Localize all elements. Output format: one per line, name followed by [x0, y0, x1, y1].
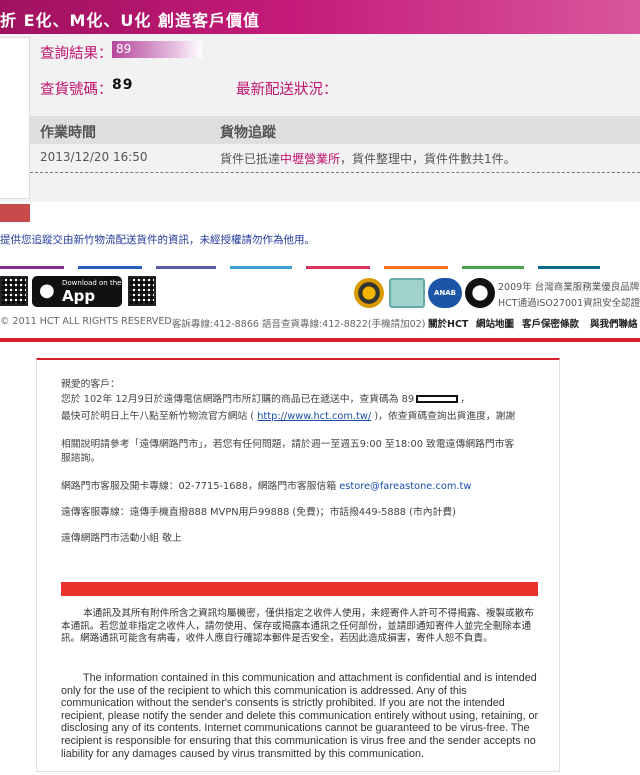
color-stripe: [538, 266, 600, 269]
section-divider: [0, 338, 640, 342]
color-stripe: [462, 266, 524, 269]
status-suffix: ，貨件整理中，貨件件數共1件。: [340, 152, 516, 166]
app-store-small-text: Download on the: [62, 279, 122, 287]
header-slogan: 折 E化、M化、U化 創造客戶價值: [0, 11, 260, 30]
latest-status-label: 最新配送狀況：: [236, 82, 338, 98]
mail-line-6: 遠傳客服專線：遠傳手機直撥888 MVPN用戶99888 (免費)；市話撥449…: [61, 507, 456, 518]
mail-line-5-text: 網路門市客服及開卡專線：02-7715-1688，網路門市客服信箱: [61, 481, 340, 492]
tracking-number-label: 查貨號碼：: [40, 82, 113, 98]
cert-line-1: 2009年 台灣商業服務業優良品牌: [498, 282, 640, 293]
color-stripe: [0, 266, 64, 269]
col-tracking-header: 貨物追蹤: [220, 125, 276, 141]
qr-code-icon: [0, 276, 28, 306]
mail-line-2-text: 最快可於明日上午八點至新竹物流官方網站 (: [61, 411, 258, 422]
hotline-text: 客訴專線:412-8866 語音查貨專線:412-8822(手機請加02): [172, 319, 426, 330]
color-stripes: [0, 266, 640, 269]
row-time: 2013/12/20 16:50: [40, 150, 148, 164]
tracking-table-header: 作業時間 貨物追蹤: [30, 116, 640, 144]
row-status: 貨件已抵達中壢營業所，貨件整理中，貨件件數共1件。: [220, 150, 516, 167]
col-time-header: 作業時間: [40, 125, 96, 141]
mail-line-3: 相關說明請參考「遠傳網路門市」，若您有任何問題，請於週一至週五9:00 至18:…: [61, 439, 515, 450]
hct-tracking-page: 折 E化、M化、U化 創造客戶價值 查詢結果： 89 查貨號碼： 89 最新配送…: [0, 0, 640, 342]
email-body: 親愛的客戶： 您於 102年 12月9日於遠傳電信網路門市所訂購的商品已在遞送中…: [36, 358, 560, 772]
support-email-link[interactable]: estore@fareastone.com.tw: [339, 481, 471, 492]
iso-certificate-icon: [465, 278, 495, 308]
hct-website-link[interactable]: http://www.hct.com.tw/: [257, 411, 371, 422]
disclaimer-chinese: 本通訊及其所有附件所含之資訊均屬機密，僅供指定之收件人使用，未經寄件人許可不得揭…: [61, 608, 534, 644]
header-banner: 折 E化、M化、U化 創造客戶價值: [0, 0, 640, 34]
qr-code-icon: [128, 276, 156, 306]
footer-link-sitemap[interactable]: 網站地圖: [476, 316, 514, 330]
mail-line-1-text: 您於 102年 12月9日於遠傳電信網路門市所訂購的商品已在遞送中，查貨碼為 8…: [61, 394, 415, 405]
table-divider: [30, 172, 640, 173]
app-store-badge[interactable]: ● Download on the App Store: [32, 276, 122, 323]
award-medal-icon: [354, 278, 384, 308]
mail-line-2: 最快可於明日上午八點至新竹物流官方網站 ( http://www.hct.com…: [61, 410, 515, 424]
redaction-box: [416, 395, 459, 403]
status-hub: 中壢營業所: [280, 152, 341, 166]
status-prefix: 貨件已抵達: [220, 152, 281, 166]
footer-link-privacy[interactable]: 客戶保密條款: [522, 316, 579, 330]
mail-signature: 遠傳網路門市活動小組 敬上: [61, 533, 182, 544]
tracking-number-value: 89: [112, 77, 134, 93]
color-stripe: [156, 266, 216, 269]
table-row: 2013/12/20 16:50 貨件已抵達中壢營業所，貨件整理中，貨件件數共1…: [30, 146, 640, 170]
red-divider-bar: [61, 582, 538, 596]
mail-line-5: 網路門市客服及開卡專線：02-7715-1688，網路門市客服信箱 estore…: [61, 480, 471, 494]
color-stripe: [78, 266, 142, 269]
side-panel: [0, 37, 30, 199]
mail-line-1: 您於 102年 12月9日於遠傳電信網路門市所訂購的商品已在遞送中，查貨碼為 8…: [61, 393, 470, 407]
back-button[interactable]: [0, 204, 30, 222]
mail-line-2-end: )，依查貨碼查詢出貨進度，謝謝: [371, 411, 516, 422]
copyright-text: © 2011 HCT ALL RIGHTS RESERVED.: [0, 316, 175, 327]
footer-link-about[interactable]: 關於HCT: [428, 316, 468, 330]
mail-line-1-end: ，: [460, 394, 470, 405]
footer-link-contact[interactable]: 與我們聯絡: [590, 316, 638, 330]
mail-greeting: 親愛的客戶：: [61, 379, 120, 390]
query-result-label: 查詢結果：: [40, 46, 113, 62]
color-stripe: [230, 266, 292, 269]
usage-notice: 提供您追蹤交由新竹物流配送貨件的資訊，未經授權請勿作為他用。: [0, 234, 315, 246]
color-stripe: [384, 266, 448, 269]
brand-certificate-icon: [389, 278, 425, 308]
footer: © 2011 HCT ALL RIGHTS RESERVED. 客訴專線:412…: [0, 316, 640, 330]
color-stripe: [306, 266, 370, 269]
apple-icon: ●: [39, 280, 55, 301]
mail-line-4: 服諮詢。: [61, 453, 101, 464]
disclaimer-english: The information contained in this commun…: [61, 672, 539, 760]
anab-badge-icon: ANAB: [428, 278, 462, 308]
query-result-value: 89: [112, 41, 202, 58]
cert-line-2: HCT通過ISO27001資訊安全認證: [498, 298, 640, 309]
